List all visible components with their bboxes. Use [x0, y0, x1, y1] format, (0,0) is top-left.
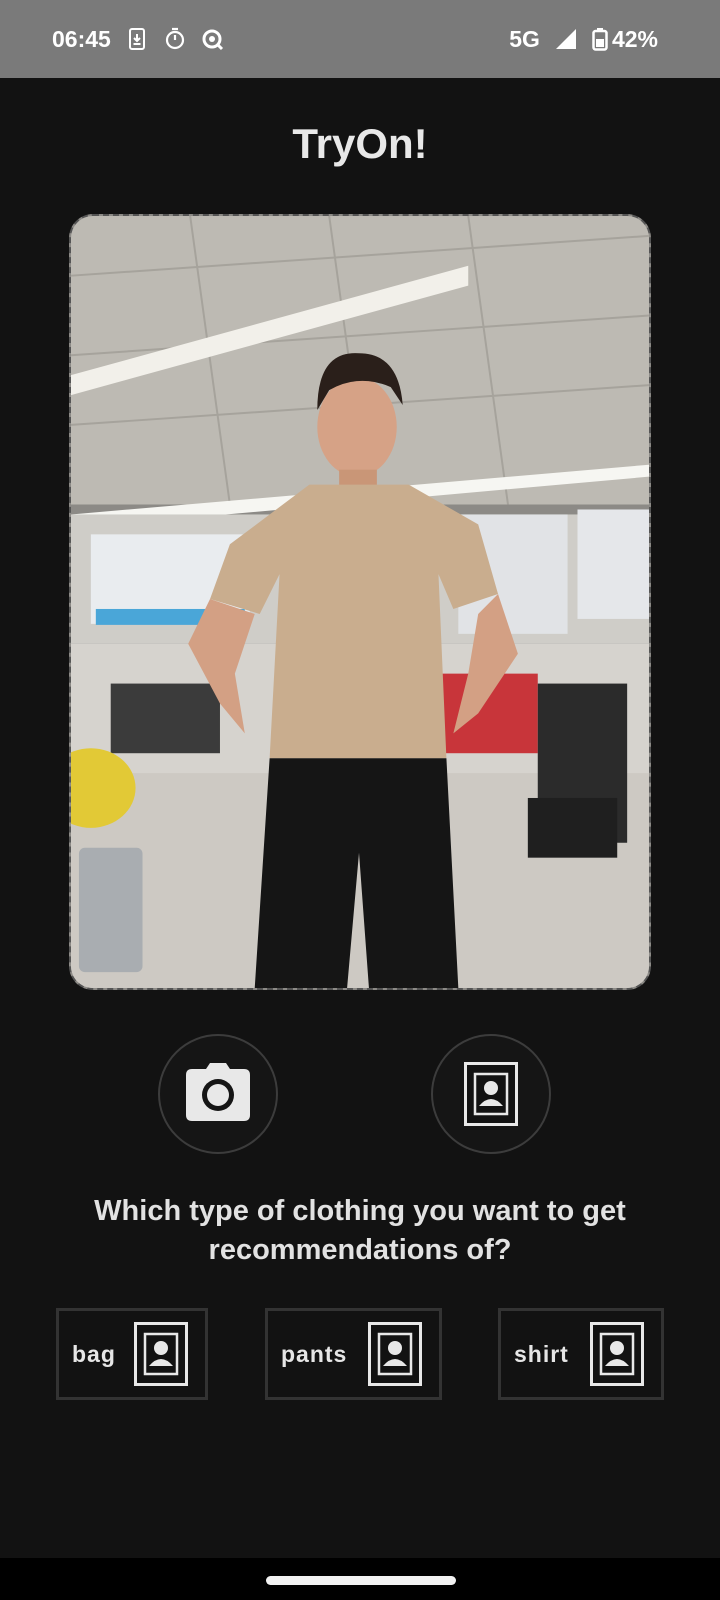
portrait-icon: [368, 1322, 422, 1386]
home-gesture-handle[interactable]: [266, 1576, 456, 1585]
category-shirt-button[interactable]: shirt: [498, 1308, 664, 1400]
battery-percent: 42%: [611, 25, 658, 52]
clock-time: 06:45: [52, 25, 111, 52]
user-photo[interactable]: [69, 214, 651, 990]
portrait-icon: [464, 1062, 518, 1126]
status-bar: 06:45 5G 42%: [0, 0, 720, 78]
download-icon: [125, 27, 149, 51]
status-right: 5G 42%: [509, 26, 658, 53]
portrait-icon: [134, 1322, 188, 1386]
app-title: TryOn!: [292, 120, 428, 167]
timer-icon: [163, 27, 187, 51]
camera-icon: [186, 1062, 250, 1126]
portrait-icon: [590, 1322, 644, 1386]
category-shirt-label: shirt: [514, 1340, 569, 1367]
battery-icon: [592, 27, 608, 51]
user-photo-icon: [71, 216, 649, 988]
category-pants-button[interactable]: pants: [265, 1308, 442, 1400]
signal-icon: [554, 27, 578, 51]
network-type: 5G: [509, 25, 540, 52]
category-bag-label: bag: [72, 1340, 116, 1367]
category-pants-label: pants: [281, 1340, 348, 1367]
data-saver-icon: [201, 27, 225, 51]
gallery-button[interactable]: [431, 1034, 551, 1154]
camera-button[interactable]: [158, 1034, 278, 1154]
battery-indicator: 42%: [592, 26, 658, 53]
category-bag-button[interactable]: bag: [56, 1308, 208, 1400]
clothing-question: Which type of clothing you want to get r…: [94, 1195, 626, 1266]
status-left: 06:45: [52, 26, 225, 53]
